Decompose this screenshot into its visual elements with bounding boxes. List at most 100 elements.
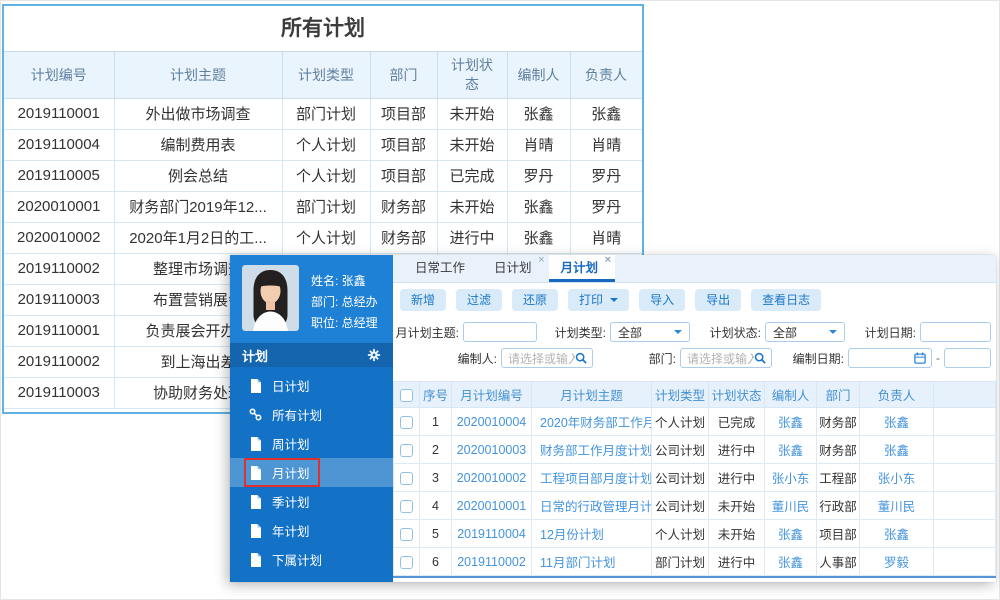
plan-creator-link[interactable]: 张鑫	[764, 547, 817, 576]
create-date-to-input[interactable]	[944, 348, 991, 368]
toolbar-button[interactable]: 打印	[568, 289, 630, 311]
plan-owner-link[interactable]: 张鑫	[859, 519, 934, 548]
row-checkbox[interactable]	[400, 527, 413, 541]
type-filter-select[interactable]: 全部	[610, 322, 690, 342]
sidebar-nav-item[interactable]: 下属计划	[230, 545, 393, 574]
monthly-plan-header-row: 序号 月计划编号 月计划主题 计划类型 计划状态 编制人 部门 负责人	[393, 381, 996, 408]
sidebar-nav-item[interactable]: 日计划	[230, 371, 393, 400]
gear-icon[interactable]	[367, 348, 381, 362]
plan-creator-link[interactable]: 张鑫	[764, 407, 817, 436]
plan-type-cell: 部门计划	[651, 547, 709, 576]
plan-creator-link[interactable]: 张小东	[764, 463, 817, 492]
toolbar-button[interactable]: 新增	[400, 289, 447, 311]
sidebar-nav-item[interactable]: 周计划	[230, 429, 393, 458]
table-row[interactable]: 2019110004 编制费用表 个人计划 项目部 未开始 肖晴 肖晴	[4, 128, 642, 161]
creator-filter-input[interactable]: 请选择或输入	[501, 348, 593, 368]
table-row[interactable]: 3 2020010002 工程项目部月度计划 公司计划 进行中 张小东 工程部 …	[393, 463, 996, 492]
plan-subject-link[interactable]: 工程项目部月度计划	[531, 463, 652, 492]
plan-id-link[interactable]: 2020010003	[451, 435, 532, 464]
plan-subject-link[interactable]: 日常的行政管理月计划	[531, 491, 652, 520]
sidebar-nav-item[interactable]: 季计划	[230, 487, 393, 516]
plan-status-cell: 进行中	[708, 547, 765, 576]
sidebar-nav-item[interactable]: 月计划	[230, 458, 393, 487]
plan-owner-link[interactable]: 张小东	[859, 463, 934, 492]
plan-subject-link[interactable]: 2020年财务部工作月...	[531, 407, 652, 436]
plan-subject-link[interactable]: 12月份计划	[531, 519, 652, 548]
nav-item-icon	[248, 378, 263, 393]
row-checkbox[interactable]	[400, 499, 413, 513]
plan-owner-cell: 罗丹	[569, 190, 642, 223]
row-select-cell	[393, 463, 420, 492]
row-checkbox[interactable]	[400, 443, 413, 457]
sidebar-nav-item[interactable]: 所有计划	[230, 400, 393, 429]
monthly-plan-window: 姓名: 张鑫 部门: 总经办 职位: 总经理 计划 日计划 所有计划 周计划 月…	[230, 255, 996, 582]
toolbar-button[interactable]: 查看日志	[751, 289, 822, 311]
row-checkbox[interactable]	[400, 555, 413, 569]
plan-date-filter-input[interactable]	[920, 322, 991, 342]
tab-close-icon[interactable]: ×	[538, 255, 544, 266]
plan-id-link[interactable]: 2019110004	[451, 519, 532, 548]
row-checkbox[interactable]	[400, 471, 413, 485]
plan-id-link[interactable]: 2019110002	[451, 547, 532, 576]
plan-type-cell: 个人计划	[281, 221, 371, 254]
subject-filter-input[interactable]	[463, 322, 537, 342]
plan-id-cell: 2019110004	[4, 128, 115, 161]
sidebar-nav-item[interactable]: 年计划	[230, 516, 393, 545]
plan-subject-link[interactable]: 11月部门计划	[531, 547, 652, 576]
plan-id-cell: 2020010001	[4, 190, 115, 223]
plan-id-link[interactable]: 2020010002	[451, 463, 532, 492]
dept-filter-input[interactable]: 请选择或输入	[680, 348, 772, 368]
table-row[interactable]: 5 2019110004 12月份计划 个人计划 未开始 张鑫 项目部 张鑫	[393, 519, 996, 548]
search-icon[interactable]	[575, 352, 587, 364]
plan-creator-link[interactable]: 张鑫	[764, 519, 817, 548]
create-date-to[interactable]	[945, 349, 990, 367]
plan-dept-cell: 项目部	[369, 159, 438, 192]
nav-section-plan[interactable]: 计划	[230, 343, 393, 367]
toolbar-button[interactable]: 导出	[695, 289, 742, 311]
row-index-cell: 5	[419, 519, 452, 548]
plan-owner-link[interactable]: 张鑫	[859, 407, 934, 436]
toolbar-button[interactable]: 导入	[639, 289, 686, 311]
table-row[interactable]: 2020010002 2020年1月2日的工... 个人计划 财务部 进行中 张…	[4, 221, 642, 254]
plan-dept-cell: 财务部	[816, 407, 860, 436]
toolbar-button-label: 查看日志	[762, 293, 811, 307]
plan-owner-link[interactable]: 罗毅	[859, 547, 934, 576]
table-row[interactable]: 6 2019110002 11月部门计划 部门计划 进行中 张鑫 人事部 罗毅	[393, 547, 996, 576]
create-date-from-input[interactable]	[848, 348, 932, 368]
plan-id-link[interactable]: 2020010001	[451, 491, 532, 520]
plan-subject-link[interactable]: 财务部工作月度计划	[531, 435, 652, 464]
toolbar-button[interactable]: 过滤	[456, 289, 503, 311]
column-header: 计划状态	[708, 381, 765, 408]
table-row[interactable]: 4 2020010001 日常的行政管理月计划 公司计划 未开始 董川民 行政部…	[393, 491, 996, 520]
plan-id-link[interactable]: 2020010004	[451, 407, 532, 436]
plan-creator-link[interactable]: 张鑫	[764, 435, 817, 464]
table-row[interactable]: 2020010001 财务部门2019年12... 部门计划 财务部 未开始 张…	[4, 190, 642, 223]
tab[interactable]: 月计划 ×	[548, 255, 616, 282]
tab[interactable]: 日常工作 ×	[403, 255, 482, 282]
plan-owner-link[interactable]: 董川民	[859, 491, 934, 520]
status-filter-select[interactable]: 全部	[765, 322, 845, 342]
plan-creator-cell: 张鑫	[506, 97, 571, 130]
subject-filter-label: 月计划主题:	[395, 325, 459, 340]
nav-item-label: 月计划	[272, 467, 310, 481]
table-row[interactable]: 2 2020010003 财务部工作月度计划 公司计划 进行中 张鑫 财务部 张…	[393, 435, 996, 464]
toolbar-button[interactable]: 还原	[512, 289, 559, 311]
plan-owner-link[interactable]: 张鑫	[859, 435, 934, 464]
table-row[interactable]: 2019110005 例会总结 个人计划 项目部 已完成 罗丹 罗丹	[4, 159, 642, 192]
tab-bar: 日常工作 × 日计划 × 月计划 ×	[393, 255, 996, 283]
nav-item-label: 所有计划	[272, 409, 323, 423]
row-checkbox[interactable]	[400, 415, 413, 429]
plan-date-input[interactable]	[921, 323, 990, 341]
subject-input[interactable]	[464, 323, 536, 341]
toolbar-button-label: 新增	[411, 293, 436, 307]
search-icon[interactable]	[754, 352, 766, 364]
table-row[interactable]: 2019110001 外出做市场调查 部门计划 项目部 未开始 张鑫 张鑫	[4, 97, 642, 130]
plan-creator-link[interactable]: 董川民	[764, 491, 817, 520]
monthly-plan-table-wrap: 序号 月计划编号 月计划主题 计划类型 计划状态 编制人 部门 负责人 1 20…	[393, 381, 996, 578]
select-all-checkbox[interactable]	[400, 388, 413, 402]
calendar-icon[interactable]	[914, 352, 926, 364]
create-date-from[interactable]	[849, 349, 914, 367]
tab-close-icon[interactable]: ×	[605, 255, 611, 266]
table-row[interactable]: 1 2020010004 2020年财务部工作月... 个人计划 已完成 张鑫 …	[393, 407, 996, 436]
tab[interactable]: 日计划 ×	[482, 255, 549, 282]
